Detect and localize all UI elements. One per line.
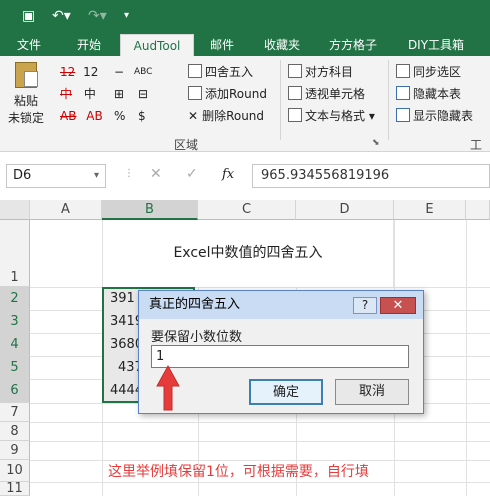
grid-line bbox=[30, 441, 490, 442]
row-header-3[interactable]: 3 bbox=[0, 310, 30, 333]
column-header-d[interactable]: D bbox=[296, 200, 394, 220]
save-icon[interactable]: ▣ bbox=[22, 8, 35, 24]
ribbon-separator bbox=[388, 60, 389, 140]
table-icon[interactable]: ⊟ bbox=[138, 86, 148, 102]
formula-bar-grip[interactable]: ⋮ bbox=[124, 168, 134, 179]
minus-button[interactable]: − bbox=[114, 64, 124, 80]
strikethrough-chinese-icon: 中 bbox=[60, 87, 73, 101]
cancel-entry-icon[interactable]: ✕ bbox=[150, 166, 162, 182]
round-button[interactable]: 四舍五入 bbox=[188, 64, 253, 80]
add-round-icon bbox=[188, 86, 202, 100]
strikethrough-12-icon: 12 bbox=[60, 65, 76, 79]
annotation-text: 这里举例填保留1位，可根据需要，自行填 bbox=[108, 464, 369, 480]
show-hidden-sheet-button[interactable]: 显示隐藏表 bbox=[396, 108, 473, 124]
delete-round-button[interactable]: ✕ 删除Round bbox=[188, 108, 264, 124]
formula-input[interactable]: 965.934556819196 bbox=[252, 164, 490, 188]
decimal-places-input[interactable]: 1 bbox=[151, 345, 409, 368]
grid-line bbox=[30, 287, 490, 288]
cancel-button[interactable]: 取消 bbox=[335, 379, 409, 405]
column-header-f[interactable] bbox=[466, 200, 490, 220]
customize-qat-icon[interactable]: ▾ bbox=[124, 8, 129, 24]
undo-icon[interactable]: ↶▾ bbox=[52, 8, 71, 24]
tab-mail[interactable]: 邮件 bbox=[200, 34, 244, 56]
confirm-entry-icon[interactable]: ✓ bbox=[186, 166, 198, 182]
perspective-cell-button[interactable]: 透视单元格 bbox=[288, 86, 365, 102]
red-arrow-icon bbox=[156, 364, 180, 411]
abc-button[interactable]: ABC bbox=[134, 64, 152, 80]
checkbox-icon bbox=[396, 64, 410, 78]
column-header-e[interactable]: E bbox=[394, 200, 466, 220]
percent-button[interactable]: % bbox=[114, 108, 125, 124]
text-format-icon bbox=[288, 108, 302, 122]
decimal-places-label: 要保留小数位数 bbox=[151, 330, 243, 345]
close-button[interactable]: ✕ bbox=[380, 297, 416, 314]
tab-audtool[interactable]: AudTool bbox=[120, 34, 194, 56]
tab-home[interactable]: 开始 bbox=[64, 34, 114, 56]
chinese-format-button[interactable]: 中 中 bbox=[60, 86, 96, 102]
row-header-11[interactable]: 11 bbox=[0, 482, 30, 496]
delete-icon: ✕ bbox=[188, 109, 199, 123]
ribbon-tabs: 文件 开始 AudTool 邮件 收藏夹 方方格子 DIY工具箱 bbox=[0, 34, 490, 56]
grid-line bbox=[30, 482, 490, 483]
text-format-button[interactable]: 文本与格式 ▾ bbox=[288, 108, 375, 124]
sync-selection-button[interactable]: 同步选区 bbox=[396, 64, 461, 80]
select-all-corner[interactable] bbox=[0, 200, 30, 220]
row-header-9[interactable]: 9 bbox=[0, 441, 30, 460]
clipboard-icon bbox=[15, 62, 38, 88]
column-header-a[interactable]: A bbox=[30, 200, 102, 220]
counter-account-button[interactable]: 对方科目 bbox=[288, 64, 353, 80]
strikethrough-ab-icon: AB bbox=[60, 109, 77, 123]
add-round-button[interactable]: 添加Round bbox=[188, 86, 267, 102]
tab-favorites[interactable]: 收藏夹 bbox=[254, 34, 310, 56]
column-header-b[interactable]: B bbox=[102, 200, 198, 220]
name-box[interactable]: D6 ▾ bbox=[6, 164, 106, 188]
formula-bar: D6 ▾ ⋮ ✕ ✓ fx 965.934556819196 bbox=[0, 152, 490, 200]
grid-line bbox=[466, 220, 467, 496]
row-header-5[interactable]: 5 bbox=[0, 356, 30, 379]
tab-file[interactable]: 文件 bbox=[4, 34, 54, 56]
show-sheet-icon bbox=[396, 108, 410, 122]
unlocked-label: 未锁定 bbox=[7, 111, 44, 125]
chevron-down-icon: ▾ bbox=[368, 109, 375, 123]
ribbon-separator bbox=[280, 60, 281, 140]
row-header-6[interactable]: 6 bbox=[0, 379, 30, 403]
hide-sheet-button[interactable]: 隐藏本表 bbox=[396, 86, 461, 102]
text-format-ab-button[interactable]: AB AB bbox=[60, 108, 103, 124]
redo-icon[interactable]: ↷▾ bbox=[88, 8, 107, 24]
account-icon bbox=[288, 64, 302, 78]
tab-diy-toolbox[interactable]: DIY工具箱 bbox=[396, 34, 476, 56]
cell-b2[interactable]: 391 bbox=[110, 288, 135, 310]
row-header-1[interactable]: 1 bbox=[0, 220, 30, 287]
row-header-8[interactable]: 8 bbox=[0, 422, 30, 441]
help-button[interactable]: ? bbox=[353, 297, 377, 314]
chevron-down-icon[interactable]: ▾ bbox=[94, 165, 99, 187]
row-header-2[interactable]: 2 bbox=[0, 287, 30, 310]
dialog-launcher-icon[interactable]: ⬊ bbox=[372, 138, 380, 148]
insert-function-icon[interactable]: fx bbox=[222, 167, 234, 182]
row-header-4[interactable]: 4 bbox=[0, 333, 30, 356]
group-label-area: 区域 bbox=[174, 138, 199, 152]
hide-sheet-icon bbox=[396, 86, 410, 100]
paste-unlocked-button[interactable]: 粘贴 未锁定 bbox=[6, 62, 46, 130]
round-icon bbox=[188, 64, 202, 78]
currency-button[interactable]: $ bbox=[138, 108, 146, 124]
ribbon: 粘贴 未锁定 12 12 中 中 AB AB − ABC ⊞ ⊟ % $ 四舍五… bbox=[0, 56, 490, 169]
paste-label: 粘贴 bbox=[13, 94, 38, 108]
row-header-10[interactable]: 10 bbox=[0, 460, 30, 482]
row-header-7[interactable]: 7 bbox=[0, 403, 30, 422]
grid-line bbox=[30, 422, 490, 423]
number-format-12-button[interactable]: 12 12 bbox=[60, 64, 98, 80]
ok-button[interactable]: 确定 bbox=[249, 379, 323, 405]
title-bar: ▣ ↶▾ ↷▾ ▾ bbox=[0, 0, 490, 34]
sheet-title: Excel中数值的四舍五入 bbox=[173, 245, 323, 261]
column-header-c[interactable]: C bbox=[198, 200, 296, 220]
perspective-icon bbox=[288, 86, 302, 100]
grid-format-icon[interactable]: ⊞ bbox=[114, 86, 124, 102]
tab-fangfang[interactable]: 方方格子 bbox=[320, 34, 386, 56]
